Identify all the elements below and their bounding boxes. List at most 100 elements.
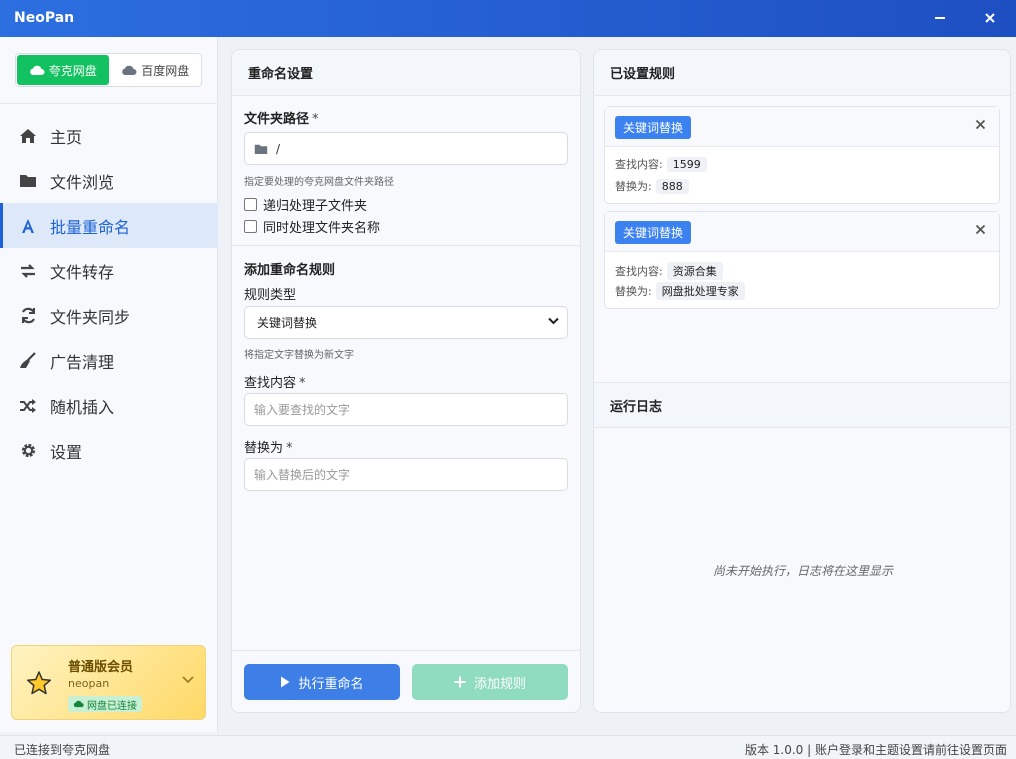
rules-panel: 已设置规则 关键词替换 查找内容: 1599 替换为: 888 关键词替换 查找内容…: [593, 49, 1011, 713]
find-label: 查找内容 *: [244, 372, 306, 391]
rule-type-label: 规则类型: [244, 288, 297, 303]
app-title: NeoPan: [14, 10, 75, 26]
star-icon: [26, 671, 52, 695]
quark-cloud-label: 夸克网盘: [48, 63, 97, 78]
sidebar-item-folder-sync[interactable]: 文件夹同步: [0, 293, 218, 338]
shuffle-icon: [18, 396, 38, 416]
add-rule-button[interactable]: 添加规则: [412, 664, 568, 700]
play-icon: [281, 676, 290, 688]
folder-path-label: 文件夹路径 *: [244, 108, 319, 127]
rule-replace-prefix: 替换为:: [615, 180, 652, 193]
include-folders-checkbox[interactable]: 同时处理文件夹名称: [244, 217, 380, 236]
minimize-icon[interactable]: [928, 6, 952, 30]
rule-find-line: 查找内容: 1599: [615, 156, 707, 172]
cloud-switch: 夸克网盘 百度网盘: [15, 53, 202, 87]
quark-cloud-button[interactable]: 夸克网盘: [17, 55, 109, 85]
rule-find-prefix: 查找内容:: [615, 158, 663, 171]
sidebar-item-label: 文件转存: [50, 262, 115, 282]
checkbox-box[interactable]: [244, 220, 257, 233]
sidebar-item-label: 随机插入: [50, 397, 115, 417]
exchange-icon: [18, 261, 38, 281]
rule-card: 关键词替换 查找内容: 1599 替换为: 888: [604, 106, 1000, 204]
sidebar-item-file-transfer[interactable]: 文件转存: [0, 248, 218, 293]
rule-find-value: 资源合集: [666, 262, 723, 280]
sidebar-item-label: 文件夹同步: [50, 307, 131, 327]
log-title: 运行日志: [594, 382, 1010, 428]
required-mark: *: [286, 441, 293, 456]
add-rule-title-text: 添加重命名规则: [244, 263, 336, 278]
run-rename-label: 执行重命名: [298, 676, 364, 692]
find-input[interactable]: 输入要查找的文字: [244, 393, 568, 426]
add-rule-label: 添加规则: [473, 676, 526, 692]
member-title: 普通版会员: [68, 660, 134, 675]
baidu-cloud-button[interactable]: 百度网盘: [110, 54, 202, 86]
rule-replace-value: 888: [655, 178, 689, 194]
sidebar-item-home[interactable]: 主页: [0, 113, 218, 158]
cloud-icon: [30, 65, 45, 75]
rule-replace-value: 网盘批处理专家: [655, 282, 745, 300]
panel-footer-divider: [232, 650, 580, 651]
folder-path-label-text: 文件夹路径: [244, 112, 310, 127]
rule-find-line: 查找内容: 资源合集: [615, 262, 723, 280]
rule-replace-line: 替换为: 888: [615, 178, 689, 194]
home-icon: [18, 126, 38, 146]
sync-icon: [18, 306, 38, 326]
sidebar-item-label: 文件浏览: [50, 172, 115, 192]
include-folders-label: 同时处理文件夹名称: [263, 221, 381, 236]
cloud-icon: [122, 65, 137, 75]
close-icon[interactable]: [975, 224, 986, 235]
rule-type-hint: 将指定文字替换为新文字: [244, 350, 354, 361]
replace-label: 替换为 *: [244, 437, 293, 456]
chevron-down-icon: [548, 317, 559, 325]
sidebar-item-label: 批量重命名: [50, 217, 131, 237]
rule-replace-line: 替换为: 网盘批处理专家: [615, 282, 745, 300]
log-empty-text: 尚未开始执行，日志将在这里显示: [712, 564, 893, 578]
sidebar-item-label: 广告清理: [50, 352, 115, 372]
add-rule-title: 添加重命名规则: [244, 259, 335, 278]
status-connection: 已连接到夸克网盘: [14, 743, 111, 757]
panel-title: 重命名设置: [232, 50, 580, 96]
find-label-text: 查找内容: [244, 376, 297, 391]
member-card[interactable]: 普通版会员 neopan 网盘已连接: [11, 645, 206, 720]
rule-card-header: 关键词替换: [605, 212, 999, 252]
rule-type-select[interactable]: 关键词替换: [244, 306, 568, 339]
folder-path-value: /: [276, 141, 281, 156]
replace-input[interactable]: 输入替换后的文字: [244, 458, 568, 491]
recursive-checkbox[interactable]: 递归处理子文件夹: [244, 195, 367, 214]
plus-icon: [454, 676, 466, 688]
title-bar: NeoPan: [0, 0, 1016, 37]
status-bar: 已连接到夸克网盘 版本 1.0.0 | 账户登录和主题设置请前往设置页面: [0, 735, 1016, 759]
sidebar-item-label: 主页: [50, 127, 83, 147]
sidebar-item-file-browser[interactable]: 文件浏览: [0, 158, 218, 203]
folder-path-input[interactable]: /: [244, 132, 568, 165]
close-icon[interactable]: [978, 6, 1002, 30]
baidu-cloud-label: 百度网盘: [141, 63, 190, 78]
rename-settings-panel: 重命名设置 文件夹路径 * / 指定要处理的夸克网盘文件夹路径 递归处理子文件夹 …: [231, 49, 581, 713]
close-icon[interactable]: [975, 119, 986, 130]
chevron-down-icon[interactable]: [182, 676, 194, 684]
rule-replace-prefix: 替换为:: [615, 285, 652, 298]
sidebar: 夸克网盘 百度网盘 主页 文件浏览 批量重命名 文件转存 文件夹同步 广告清理 …: [0, 37, 218, 732]
sidebar-divider: [0, 103, 218, 104]
replace-placeholder: 输入替换后的文字: [254, 468, 351, 482]
sidebar-nav: 主页 文件浏览 批量重命名 文件转存 文件夹同步 广告清理 随机插入 设置: [0, 113, 218, 473]
font-icon: [18, 216, 38, 236]
status-version: 版本 1.0.0 | 账户登录和主题设置请前往设置页面: [744, 743, 1007, 757]
form-divider: [232, 245, 580, 246]
sidebar-item-settings[interactable]: 设置: [0, 428, 218, 473]
rule-find-value: 1599: [666, 156, 707, 172]
sidebar-item-label: 设置: [50, 442, 83, 462]
broom-icon: [18, 351, 38, 371]
rule-type-tag: 关键词替换: [615, 116, 692, 139]
sidebar-item-random-insert[interactable]: 随机插入: [0, 383, 218, 428]
run-rename-button[interactable]: 执行重命名: [244, 664, 400, 700]
sidebar-item-ad-cleanup[interactable]: 广告清理: [0, 338, 218, 383]
find-placeholder: 输入要查找的文字: [254, 403, 351, 417]
connection-badge: 网盘已连接: [68, 696, 142, 712]
required-mark: *: [312, 112, 319, 127]
checkbox-box[interactable]: [244, 198, 257, 211]
sidebar-item-batch-rename[interactable]: 批量重命名: [0, 203, 218, 248]
panel-title: 已设置规则: [594, 50, 1010, 96]
replace-label-text: 替换为: [244, 441, 284, 456]
folder-icon: [254, 144, 268, 154]
